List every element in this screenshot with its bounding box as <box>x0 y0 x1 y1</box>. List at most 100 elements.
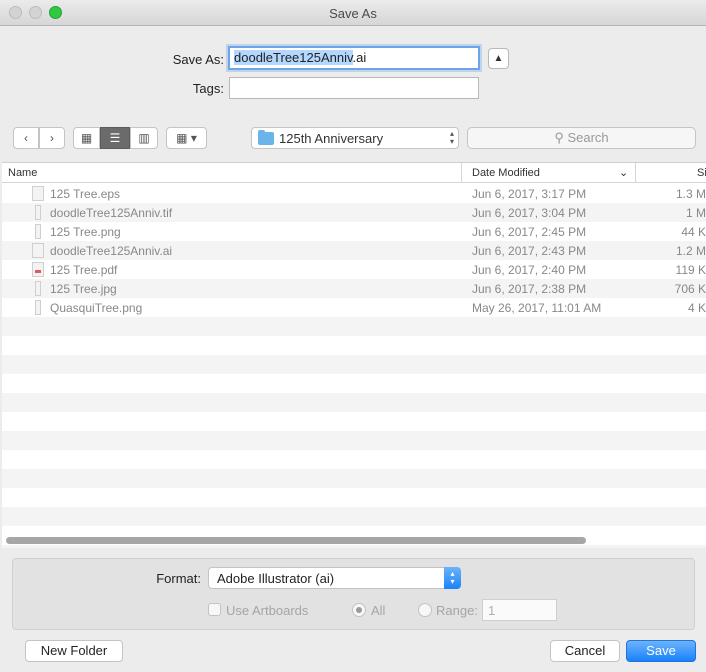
empty-row <box>2 355 706 374</box>
chevron-up-icon: ▲ <box>493 53 504 64</box>
empty-row <box>2 450 706 469</box>
use-artboards-label: Use Artboards <box>226 603 309 618</box>
chevron-right-icon: › <box>50 131 54 145</box>
table-row[interactable]: doodleTree125Anniv.tif Jun 6, 2017, 3:04 … <box>2 203 706 222</box>
file-name: doodleTree125Anniv.tif <box>50 206 173 220</box>
empty-row <box>2 507 706 526</box>
file-name: 125 Tree.jpg <box>50 282 117 296</box>
save-button[interactable]: Save <box>626 640 696 662</box>
file-rows: 125 Tree.eps Jun 6, 2017, 3:17 PM 1.3 M do… <box>2 184 706 548</box>
table-row[interactable]: 125 Tree.jpg Jun 6, 2017, 2:38 PM 706 K <box>2 279 706 298</box>
arrange-icon: ▦ ▾ <box>176 131 197 145</box>
folder-icon <box>258 130 274 145</box>
column-name[interactable]: Name <box>8 167 37 179</box>
format-label: Format: <box>156 571 201 586</box>
save-as-dialog: Save As Save As: doodleTree125Anniv.ai ▲… <box>0 0 706 672</box>
chevron-updown-icon: ▴ ▾ <box>449 129 454 146</box>
filename-extension: .ai <box>352 50 367 65</box>
file-date: Jun 6, 2017, 2:45 PM <box>472 225 587 239</box>
search-placeholder: Search <box>567 130 609 145</box>
search-icon: ⚲ <box>554 130 564 145</box>
empty-row <box>2 393 706 412</box>
empty-row <box>2 374 706 393</box>
empty-row <box>2 431 706 450</box>
document-icon <box>32 243 44 258</box>
file-name: 125 Tree.pdf <box>50 263 118 277</box>
file-size: 1 M <box>685 206 706 220</box>
arrange-button[interactable]: ▦ ▾ <box>166 127 207 149</box>
new-folder-button[interactable]: New Folder <box>25 640 123 662</box>
location-popup[interactable]: 125th Anniversary ▴ ▾ <box>251 127 459 149</box>
file-date: Jun 6, 2017, 2:40 PM <box>472 263 587 277</box>
empty-row <box>2 336 706 355</box>
file-size: 1.3 M <box>675 187 706 201</box>
search-field[interactable]: ⚲ Search <box>467 127 696 149</box>
file-date: Jun 6, 2017, 3:04 PM <box>472 206 587 220</box>
grid-icon: ▦ <box>80 131 93 145</box>
pdf-file-icon <box>32 262 44 277</box>
forward-button[interactable]: › <box>39 127 65 149</box>
list-view-button[interactable]: ☰ <box>100 127 130 149</box>
file-name: 125 Tree.eps <box>50 187 121 201</box>
file-name: 125 Tree.png <box>50 225 121 239</box>
icon-view-button[interactable]: ▦ <box>73 127 100 149</box>
save-as-input[interactable]: doodleTree125Anniv.ai <box>228 46 480 70</box>
file-date: Jun 6, 2017, 2:43 PM <box>472 244 587 258</box>
tags-input[interactable] <box>229 77 479 99</box>
window-title: Save As <box>329 6 377 21</box>
table-row[interactable]: doodleTree125Anniv.ai Jun 6, 2017, 2:43 P… <box>2 241 706 260</box>
sort-chevron-icon: ⌄ <box>619 167 629 179</box>
file-name: doodleTree125Anniv.ai <box>50 244 173 258</box>
empty-row <box>2 469 706 488</box>
range-input[interactable]: 1 <box>482 599 557 621</box>
collapse-dialog-button[interactable]: ▲ <box>488 48 509 69</box>
table-row[interactable]: 125 Tree.eps Jun 6, 2017, 3:17 PM 1.3 M <box>2 184 706 203</box>
empty-row <box>2 545 706 548</box>
image-file-icon <box>35 224 41 239</box>
document-icon <box>32 186 44 201</box>
file-name: QuasquiTree.png <box>50 301 143 315</box>
chevron-updown-icon: ▴ ▾ <box>444 567 461 589</box>
use-artboards-checkbox[interactable] <box>208 603 221 616</box>
column-divider <box>635 163 636 183</box>
file-date: Jun 6, 2017, 3:17 PM <box>472 187 587 201</box>
title-bar: Save As <box>0 0 706 26</box>
file-date: Jun 6, 2017, 2:38 PM <box>472 282 587 296</box>
file-size: 1.2 M <box>675 244 706 258</box>
image-file-icon <box>35 300 41 315</box>
file-size: 44 K <box>681 225 706 239</box>
range-radio[interactable] <box>418 603 432 617</box>
table-row[interactable]: QuasquiTree.png May 26, 2017, 11:01 AM 4 K <box>2 298 706 317</box>
range-label: Range: <box>436 603 478 618</box>
filename-selected-text: doodleTree125Anniv <box>234 50 353 65</box>
empty-row <box>2 317 706 336</box>
column-view-button[interactable]: ▥ <box>130 127 158 149</box>
file-date: May 26, 2017, 11:01 AM <box>472 301 602 315</box>
back-button[interactable]: ‹ <box>13 127 39 149</box>
list-icon: ☰ <box>109 131 121 145</box>
tags-label: Tags: <box>192 81 224 96</box>
image-file-icon <box>35 205 41 220</box>
horizontal-scrollbar[interactable] <box>6 537 586 544</box>
file-size: 119 K <box>675 263 706 277</box>
empty-row <box>2 488 706 507</box>
table-row[interactable]: 125 Tree.pdf Jun 6, 2017, 2:40 PM 119 K <box>2 260 706 279</box>
image-file-icon <box>35 281 41 296</box>
table-row[interactable]: 125 Tree.png Jun 6, 2017, 2:45 PM 44 K <box>2 222 706 241</box>
column-divider <box>461 163 462 183</box>
empty-row <box>2 412 706 431</box>
location-label: 125th Anniversary <box>279 131 384 146</box>
format-popup[interactable]: Adobe Illustrator (ai) ▴ ▾ <box>208 567 461 589</box>
columns-icon: ▥ <box>138 131 150 145</box>
file-list-header: Name Date Modified ⌄ Si <box>2 163 706 183</box>
file-list: Name Date Modified ⌄ Si 125 Tree.eps Jun … <box>2 162 706 548</box>
cancel-button[interactable]: Cancel <box>550 640 620 662</box>
all-radio[interactable] <box>352 603 366 617</box>
save-as-label: Save As: <box>172 52 224 67</box>
format-value: Adobe Illustrator (ai) <box>217 571 335 586</box>
column-date-modified[interactable]: Date Modified <box>472 167 540 179</box>
file-size: 706 K <box>674 282 706 296</box>
file-size: 4 K <box>687 301 706 315</box>
column-size[interactable]: Si <box>697 167 706 179</box>
chevron-left-icon: ‹ <box>24 131 28 145</box>
